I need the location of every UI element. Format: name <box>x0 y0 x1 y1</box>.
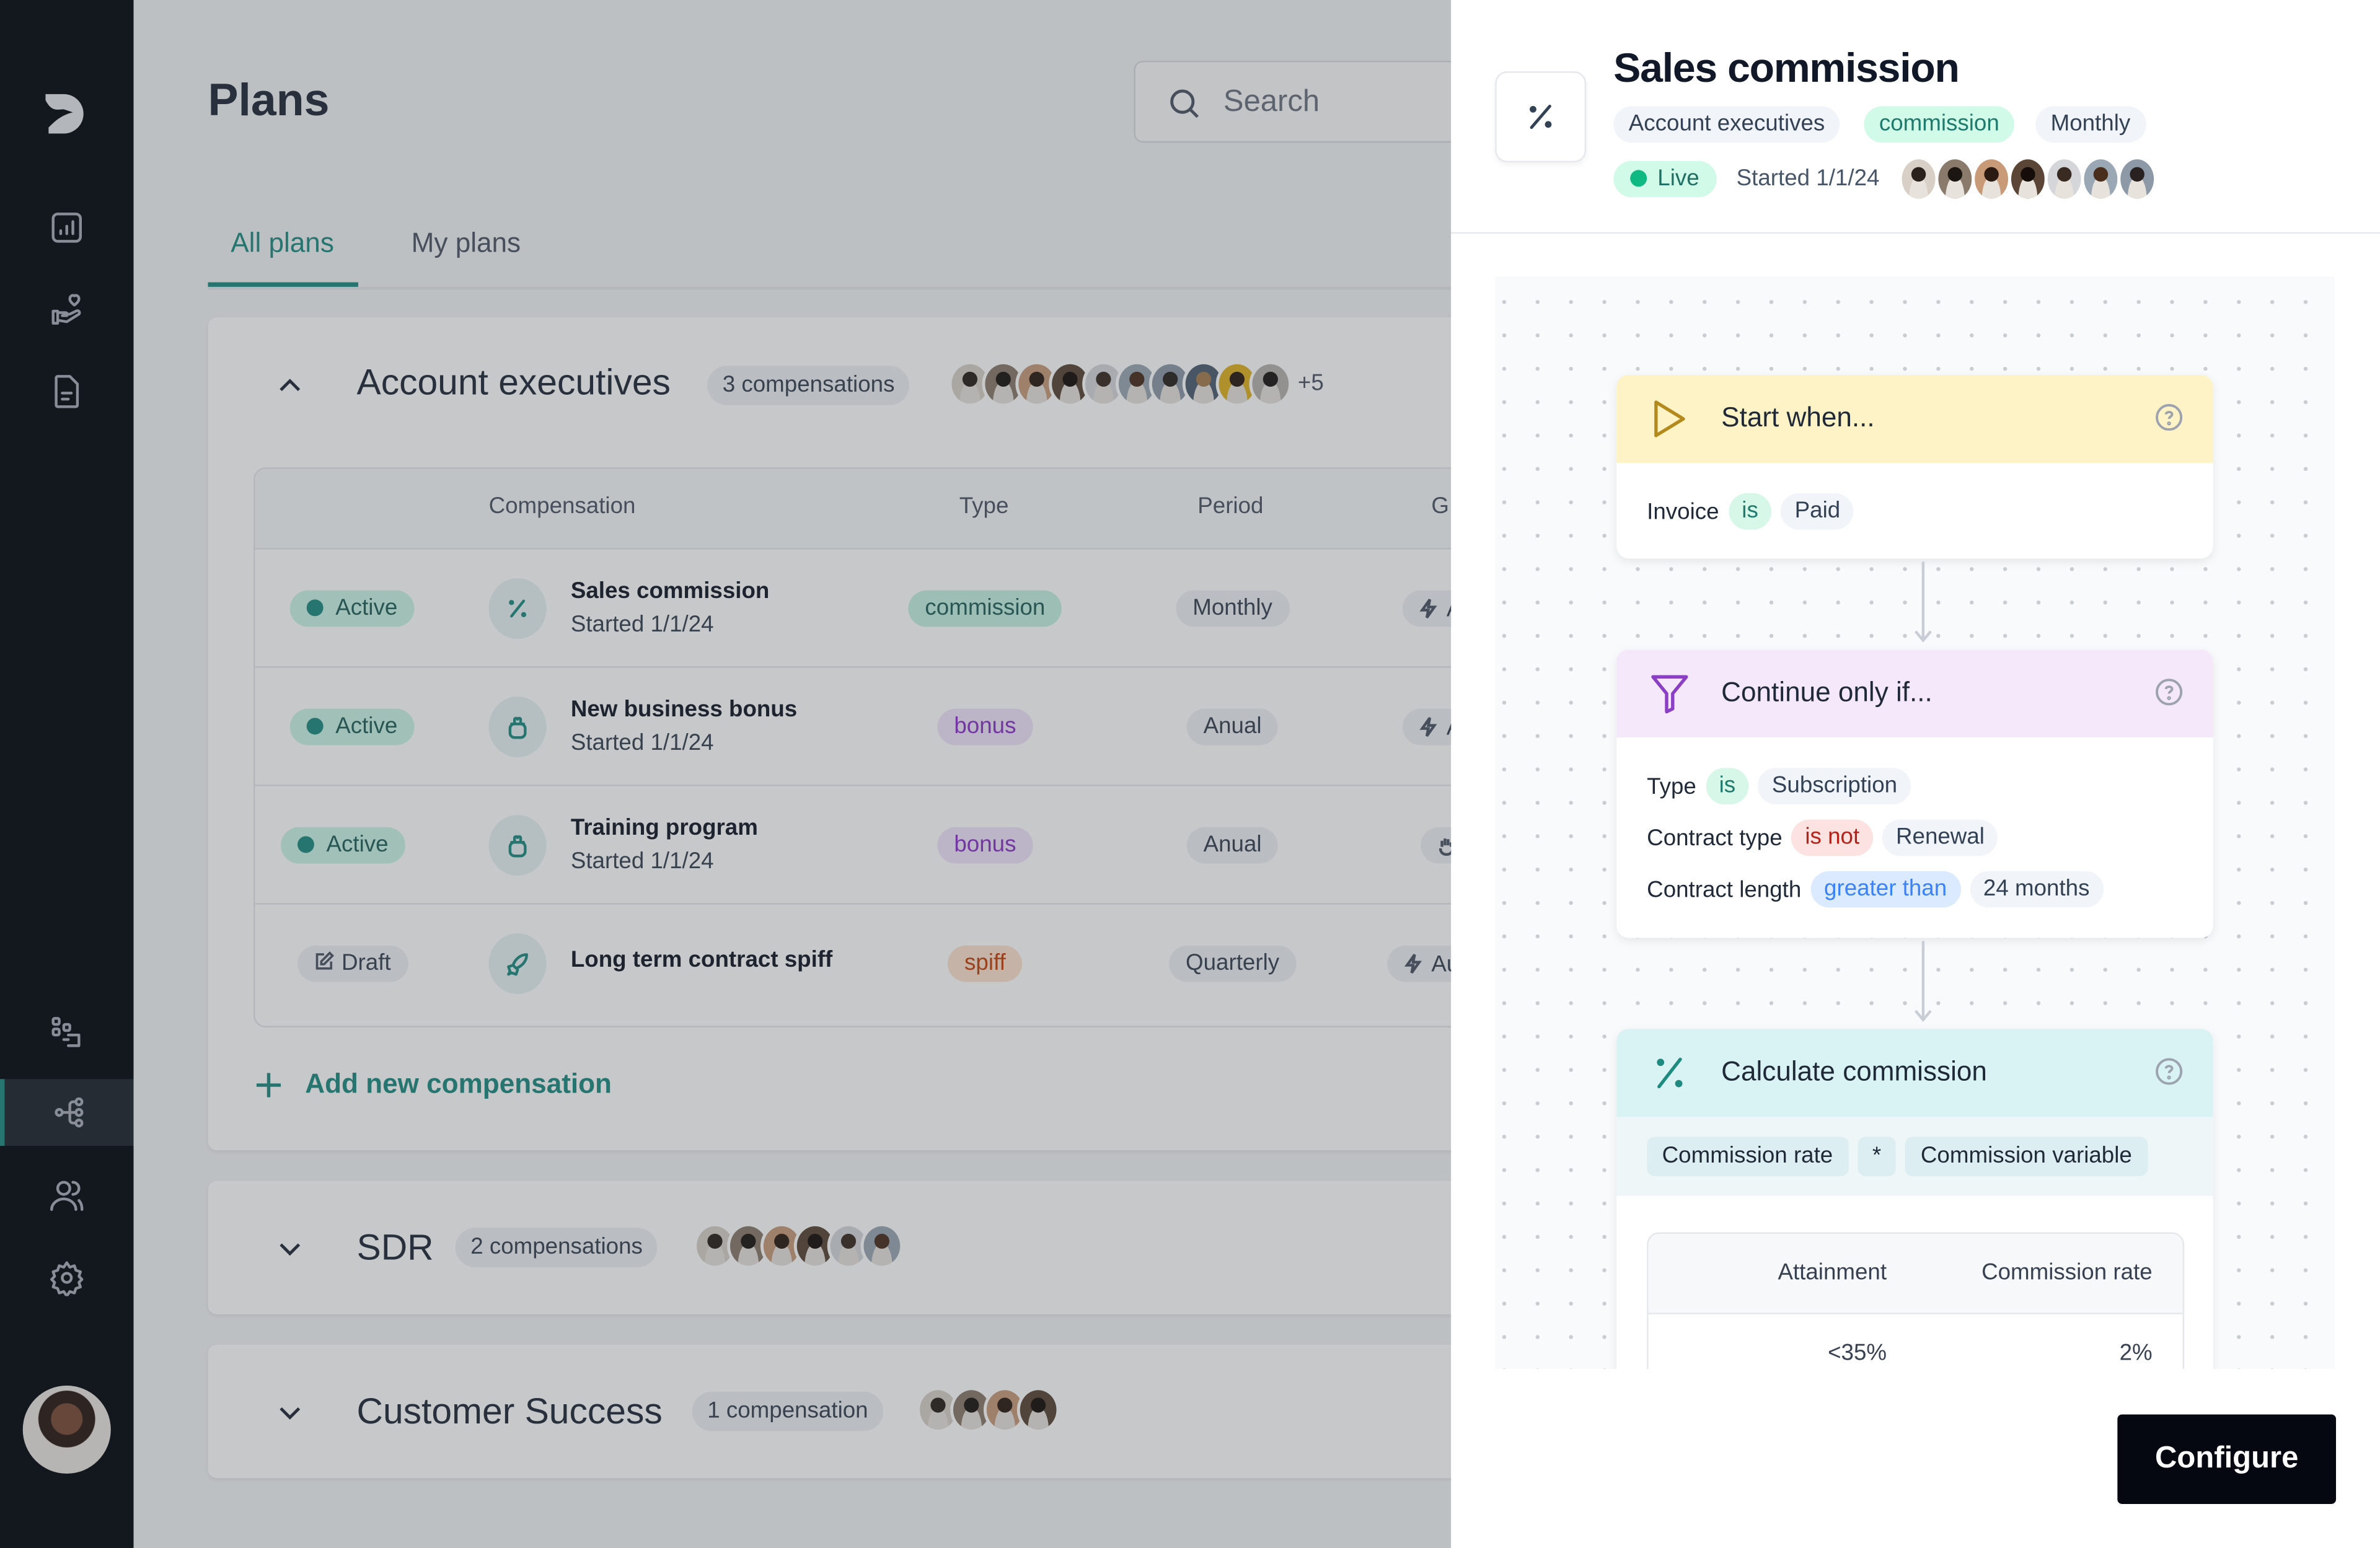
condition-value: Subscription <box>1758 768 1911 804</box>
help-icon[interactable] <box>2156 1058 2183 1085</box>
step-start-when[interactable]: Start when... Invoice is Paid <box>1616 374 2213 559</box>
avatar[interactable] <box>2008 156 2048 202</box>
condition-field: Contract type <box>1647 825 1783 851</box>
percent-icon <box>1657 1057 1683 1089</box>
condition-row[interactable]: Type is Subscription <box>1616 760 2213 812</box>
panel-header: Sales commission Account executives comm… <box>1451 0 2380 234</box>
tag-group: Account executives <box>1613 106 1840 143</box>
avatar[interactable] <box>2117 156 2157 202</box>
tag-period: Monthly <box>2035 106 2146 143</box>
tag-type: commission <box>1864 106 2015 143</box>
configure-button[interactable]: Configure <box>2117 1414 2337 1504</box>
rate-table-row: <35% 2% <box>1649 1314 2183 1369</box>
rate-table-header: Attainment Commission rate <box>1648 1234 2183 1314</box>
col-commission-rate: Commission rate <box>1981 1259 2153 1286</box>
formula-operator: * <box>1857 1137 1897 1176</box>
help-icon[interactable] <box>2156 679 2183 706</box>
step-continue-only-if[interactable]: Continue only if... Type is Subscription… <box>1616 649 2213 938</box>
condition-field: Contract length <box>1647 876 1802 902</box>
condition-operator: greater than <box>1810 871 1961 908</box>
panel-started: Started 1/1/24 <box>1736 165 1880 191</box>
rate-value: 2% <box>2119 1340 2153 1366</box>
avatar[interactable] <box>1935 156 1975 202</box>
commission-formula[interactable]: Commission rate * Commission variable <box>1616 1117 2213 1196</box>
condition-operator: is not <box>1791 819 1874 856</box>
panel-title: Sales commission <box>1613 45 1960 91</box>
step-title: Calculate commission <box>1721 1056 1987 1087</box>
condition-row[interactable]: Contract type is not Renewal <box>1616 812 2213 863</box>
avatar[interactable] <box>1972 156 2011 202</box>
compensation-detail-panel: Sales commission Account executives comm… <box>1451 0 2380 1548</box>
col-attainment: Attainment <box>1778 1259 1887 1286</box>
modal-backdrop[interactable] <box>0 0 1452 1548</box>
rate-table: Attainment Commission rate <35% 2% <box>1647 1232 2185 1369</box>
connector-arrow <box>1913 561 1934 654</box>
condition-field: Type <box>1647 773 1696 799</box>
avatar[interactable] <box>2044 156 2084 202</box>
panel-member-avatars[interactable] <box>1898 156 2157 202</box>
condition-operator: is <box>1705 768 1750 804</box>
panel-type-icon <box>1495 71 1587 163</box>
avatar[interactable] <box>1898 156 1939 202</box>
attainment-value: <35% <box>1828 1340 1887 1366</box>
help-icon[interactable] <box>2156 403 2183 431</box>
step-title: Start when... <box>1721 402 1875 433</box>
condition-field: Invoice <box>1647 498 1719 525</box>
play-icon <box>1654 400 1685 438</box>
percent-icon <box>1530 104 1552 130</box>
condition-row[interactable]: Contract length greater than 24 months <box>1616 863 2213 915</box>
live-status-badge: Live <box>1613 161 1716 198</box>
avatar[interactable] <box>2081 156 2121 202</box>
step-header: Continue only if... <box>1616 649 2213 738</box>
condition-value: 24 months <box>1969 871 2104 908</box>
workflow-canvas[interactable]: Start when... Invoice is Paid Continue o… <box>1495 276 2335 1369</box>
condition-operator: is <box>1728 493 1772 530</box>
step-header: Calculate commission <box>1616 1029 2213 1117</box>
step-calculate-commission[interactable]: Calculate commission Commission rate * C… <box>1616 1029 2213 1369</box>
formula-operand: Commission rate <box>1647 1137 1848 1176</box>
connector-arrow <box>1913 941 1934 1033</box>
filter-icon <box>1651 675 1688 714</box>
condition-value: Paid <box>1781 493 1854 530</box>
condition-row[interactable]: Invoice is Paid <box>1616 486 2213 537</box>
step-title: Continue only if... <box>1721 677 1933 708</box>
step-header: Start when... <box>1616 374 2213 463</box>
condition-value: Renewal <box>1882 819 1998 856</box>
formula-operand: Commission variable <box>1905 1137 2148 1176</box>
